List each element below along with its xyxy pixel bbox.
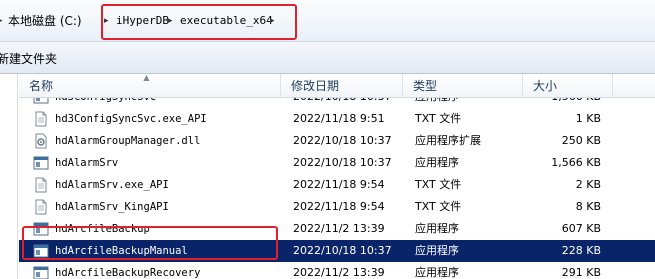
column-name-label: 名称	[29, 79, 54, 93]
file-type: TXT 文件	[415, 112, 462, 125]
file-icon	[33, 177, 49, 193]
file-date: 2022/10/18 10:37	[293, 244, 392, 257]
file-date: 2022/11/2 13:39	[293, 222, 385, 235]
chevron-right-icon[interactable]: ▸	[270, 11, 275, 31]
file-size: 228 KB	[561, 244, 601, 257]
file-type: TXT 文件	[415, 200, 462, 213]
file-row[interactable]: hdAlarmSrv 2022/10/18 10:37 应用程序 1,566 KB	[19, 152, 655, 174]
file-size: 1,566 KB	[551, 156, 601, 169]
file-name: hdArcfileBackup	[55, 223, 150, 235]
chevron-right-icon[interactable]: ▸	[168, 11, 173, 31]
file-size: 607 KB	[561, 222, 601, 235]
file-date: 2022/11/2 13:39	[293, 266, 385, 279]
column-date[interactable]: 修改日期	[281, 74, 403, 98]
file-name: hd3ConfigSyncSvc	[55, 98, 156, 108]
file-name: hdAlarmSrv_KingAPI	[55, 201, 169, 213]
exe-icon	[33, 155, 49, 171]
file-name: hdAlarmSrv.exe_API	[55, 179, 169, 191]
file-type: 应用程序	[415, 222, 459, 235]
file-type: 应用程序	[415, 244, 459, 257]
file-name: hd3ConfigSyncSvc.exe_API	[55, 113, 207, 125]
sort-up-icon: ▲	[143, 73, 150, 82]
exe-icon	[33, 98, 49, 105]
file-name: hdAlarmGroupManager.dll	[55, 135, 201, 147]
file-row[interactable]: hdAlarmSrv_KingAPI 2022/11/18 9:54 TXT 文件 8…	[19, 196, 655, 218]
file-type: 应用程序	[415, 98, 459, 108]
column-name[interactable]: 名称 ▲	[19, 73, 281, 98]
chevron-right-icon[interactable]: ▸	[0, 11, 3, 31]
file-name: hdArcfileBackupRecovery	[55, 267, 201, 279]
exe-icon	[33, 243, 49, 259]
file-icon	[33, 199, 49, 215]
breadcrumb-drive[interactable]: 本地磁盘 (C:)	[8, 11, 82, 31]
file-type: TXT 文件	[415, 178, 462, 191]
file-row[interactable]: hd3ConfigSyncSvc.exe_API 2022/11/18 9:51 T…	[19, 108, 655, 130]
exe-icon	[33, 265, 49, 279]
file-row[interactable]: hdAlarmSrv.exe_API 2022/11/18 9:54 TXT 文件 2…	[19, 174, 655, 196]
navigation-pane[interactable]	[0, 74, 18, 279]
file-date: 2022/10/18 10:37	[293, 134, 392, 147]
address-bar[interactable]: ▸ 本地磁盘 (C:) ▸ iHyperDB ▸ executable_x64 …	[0, 0, 655, 42]
column-type-label: 类型	[413, 79, 438, 93]
column-size-label: 大小	[533, 79, 558, 93]
dll-icon	[33, 133, 49, 149]
breadcrumb-ihyperdb[interactable]: iHyperDB	[116, 11, 169, 31]
file-size: 291 KB	[561, 266, 601, 279]
breadcrumb-executable-x64[interactable]: executable_x64	[180, 11, 273, 31]
file-size: 1,566 KB	[524, 98, 601, 108]
file-date: 2022/11/18 9:54	[293, 200, 385, 213]
file-row[interactable]: hdAlarmGroupManager.dll 2022/10/18 10:37 应…	[19, 130, 655, 152]
file-row[interactable]: hd3ConfigSyncSvc 2022/10/18 10:37 应用程序 1,56…	[19, 98, 655, 108]
file-size: 250 KB	[561, 134, 601, 147]
file-type: 应用程序扩展	[415, 134, 481, 147]
exe-icon	[33, 221, 49, 237]
file-name: hdAlarmSrv	[55, 157, 119, 169]
file-date: 2022/11/18 9:54	[293, 178, 385, 191]
file-list[interactable]: hd3ConfigSyncSvc 2022/10/18 10:37 应用程序 1,56…	[19, 98, 655, 279]
file-icon	[33, 111, 49, 127]
column-header: 名称 ▲ 修改日期 类型 大小	[19, 73, 655, 98]
file-date: 2022/11/18 9:51	[293, 112, 385, 125]
file-size: 8 KB	[575, 200, 601, 213]
file-row[interactable]: hdArcfileBackup 2022/11/2 13:39 应用程序 607 KB	[19, 218, 655, 240]
file-name: hdArcfileBackupManual	[55, 245, 188, 257]
chevron-right-icon[interactable]: ▸	[104, 11, 109, 31]
new-folder-button[interactable]: 新建文件夹	[0, 50, 57, 68]
file-date: 2022/10/18 10:37	[293, 156, 392, 169]
file-type: 应用程序	[415, 266, 459, 279]
column-size[interactable]: 大小	[523, 74, 613, 98]
toolbar: 新建文件夹	[0, 42, 655, 74]
file-date: 2022/10/18 10:37	[293, 98, 392, 108]
file-row[interactable]: hdArcfileBackupManual 2022/10/18 10:37 应用程…	[19, 240, 655, 262]
file-size: 1 KB	[575, 112, 601, 125]
file-row[interactable]: hdArcfileBackupRecovery 2022/11/2 13:39 应用…	[19, 262, 655, 279]
column-type[interactable]: 类型	[403, 74, 523, 98]
file-size: 2 KB	[575, 178, 601, 191]
column-date-label: 修改日期	[291, 79, 340, 93]
file-type: 应用程序	[415, 156, 459, 169]
